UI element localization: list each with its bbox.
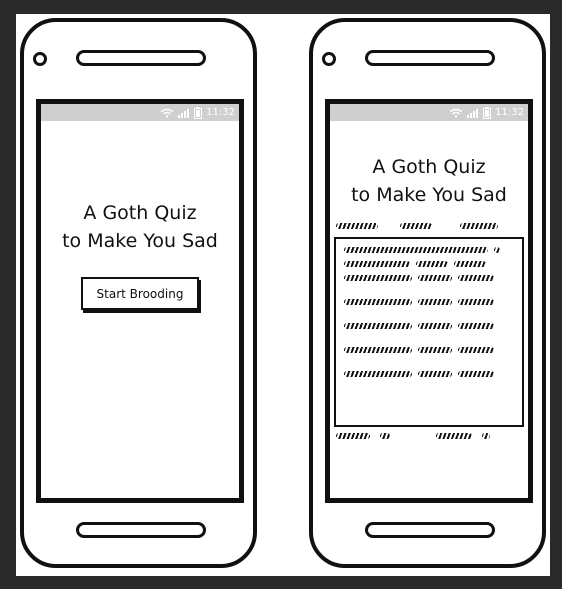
placeholder-text <box>458 371 494 377</box>
placeholder-text <box>454 261 486 267</box>
battery-icon <box>483 106 492 119</box>
speaker-grille <box>76 50 206 66</box>
speaker-grille <box>365 50 495 66</box>
page-title: A Goth Quiz to Make You Sad <box>330 153 528 209</box>
placeholder-line <box>344 275 514 281</box>
status-bar: 11:32 <box>41 104 239 121</box>
placeholder-text <box>418 299 452 305</box>
placeholder-text <box>336 433 370 439</box>
placeholder-text <box>436 433 472 439</box>
start-brooding-button[interactable]: Start Brooding <box>81 277 199 310</box>
placeholder-text <box>344 347 412 353</box>
placeholder-text <box>494 247 500 253</box>
placeholder-text <box>344 261 410 267</box>
footer-placeholder-row <box>330 433 528 439</box>
placeholder-text <box>418 371 452 377</box>
placeholder-line <box>344 371 514 377</box>
phone-mockup-start: 11:32 A Goth Quiz to Make You Sad Start … <box>20 18 257 568</box>
placeholder-text <box>344 323 412 329</box>
placeholder-text <box>458 323 494 329</box>
camera-icon <box>33 52 47 66</box>
placeholder-text <box>418 323 452 329</box>
home-button <box>76 522 206 538</box>
title-line-2: to Make You Sad <box>62 230 218 252</box>
wireframe-canvas: 11:32 A Goth Quiz to Make You Sad Start … <box>16 14 550 576</box>
title-line-2: to Make You Sad <box>351 184 507 206</box>
placeholder-text <box>460 223 498 229</box>
placeholder-text <box>458 275 494 281</box>
status-bar: 11:32 <box>330 104 528 121</box>
placeholder-text <box>458 299 494 305</box>
wifi-icon <box>449 108 463 118</box>
signal-icon <box>467 108 479 118</box>
signal-icon <box>178 108 190 118</box>
placeholder-text <box>344 247 488 253</box>
title-line-1: A Goth Quiz <box>83 202 197 224</box>
placeholder-line <box>344 323 514 329</box>
placeholder-text <box>458 347 494 353</box>
placeholder-line <box>344 261 514 267</box>
phone-mockup-quiz: 11:32 A Goth Quiz to Make You Sad <box>309 18 546 568</box>
placeholder-text <box>344 275 412 281</box>
screen-quiz: 11:32 A Goth Quiz to Make You Sad <box>325 99 533 503</box>
placeholder-text <box>418 347 452 353</box>
placeholder-line <box>344 347 514 353</box>
placeholder-text <box>380 433 390 439</box>
placeholder-text <box>416 261 448 267</box>
screen-start: 11:32 A Goth Quiz to Make You Sad Start … <box>36 99 244 503</box>
placeholder-text <box>418 275 452 281</box>
battery-icon <box>194 106 203 119</box>
quiz-content-box <box>334 237 524 427</box>
header-placeholder-row <box>330 223 528 229</box>
status-time: 11:32 <box>495 107 524 118</box>
placeholder-text <box>482 433 490 439</box>
placeholder-text <box>344 371 412 377</box>
placeholder-text <box>400 223 432 229</box>
placeholder-line <box>344 247 514 253</box>
placeholder-line <box>344 299 514 305</box>
placeholder-text <box>336 223 378 229</box>
placeholder-text <box>344 299 412 305</box>
camera-icon <box>322 52 336 66</box>
status-time: 11:32 <box>206 107 235 118</box>
wifi-icon <box>160 108 174 118</box>
page-title: A Goth Quiz to Make You Sad <box>41 199 239 255</box>
title-line-1: A Goth Quiz <box>372 156 486 178</box>
home-button <box>365 522 495 538</box>
